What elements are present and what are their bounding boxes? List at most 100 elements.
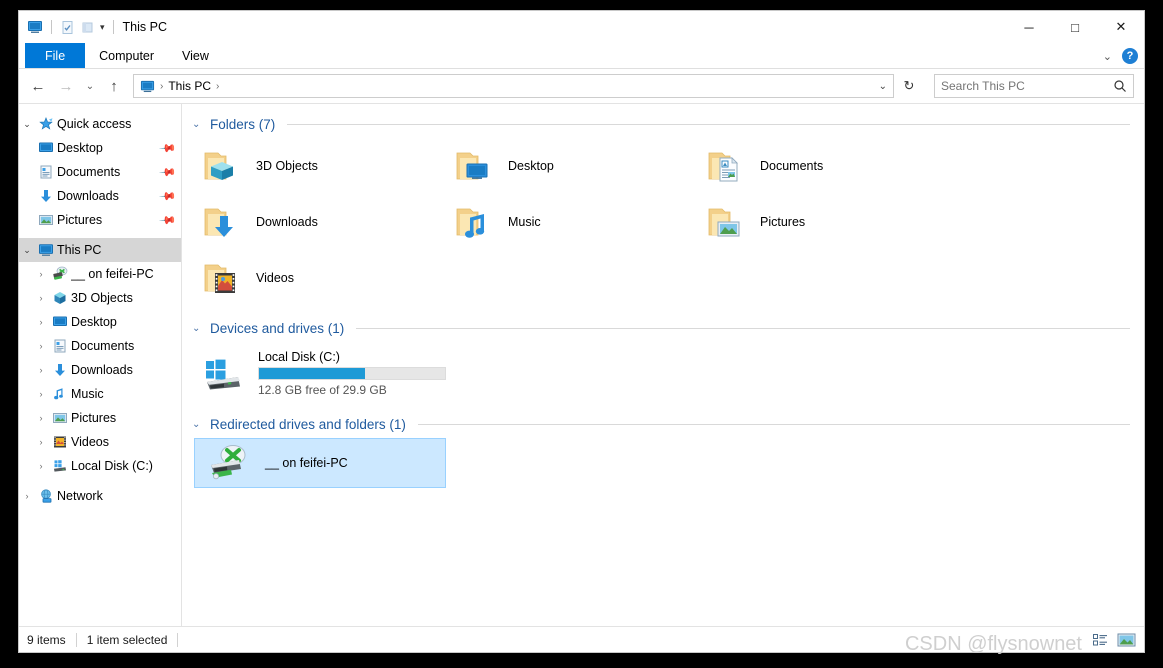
chevron-right-icon[interactable]: › (33, 389, 49, 399)
view-mode-buttons (1092, 627, 1136, 653)
sidebar-item-quick-access[interactable]: ⌄ Quick access (19, 112, 181, 136)
back-button[interactable]: ← (25, 73, 51, 99)
group-title: Redirected drives and folders (1) (210, 416, 406, 432)
folder-videos-icon (202, 260, 244, 296)
drive-usage-fill (259, 367, 366, 379)
download-icon (49, 362, 71, 378)
pin-icon[interactable]: 📌 (159, 211, 178, 229)
pin-icon[interactable]: 📌 (159, 163, 178, 181)
folder-item-3d-objects[interactable]: 3D Objects (190, 138, 442, 194)
network-icon (35, 488, 57, 504)
status-separator-2 (177, 632, 179, 647)
sidebar-item-documents[interactable]: › Documents (19, 334, 181, 358)
sidebar-label: Local Disk (C:) (71, 459, 153, 473)
sidebar-item-3d-objects[interactable]: › 3D Objects (19, 286, 181, 310)
sidebar-label: Quick access (57, 117, 132, 131)
chevron-right-icon[interactable]: › (33, 293, 49, 303)
navigation-pane[interactable]: ⌄ Quick access Desktop 📌 Documents 📌 Dow… (19, 104, 182, 626)
tab-view[interactable]: View (168, 43, 223, 68)
breadcrumb[interactable]: › This PC › ⌄ (133, 74, 894, 98)
chevron-down-icon[interactable]: ⌄ (19, 119, 35, 130)
chevron-down-icon[interactable]: ⌄ (192, 323, 204, 334)
sidebar-item-network[interactable]: › Network (19, 484, 181, 508)
customize-dropdown-icon[interactable]: ▾ (100, 22, 105, 33)
sidebar-item-local-disk-c[interactable]: › Local Disk (C:) (19, 454, 181, 478)
minimize-button[interactable]: ─ (1006, 11, 1052, 43)
pin-icon[interactable]: 📌 (159, 187, 178, 205)
sidebar-item-documents-qa[interactable]: Documents 📌 (19, 160, 181, 184)
sidebar-item-feifei-pc[interactable]: › __ on feifei-PC (19, 262, 181, 286)
chevron-right-icon[interactable]: › (33, 365, 49, 375)
pin-icon[interactable]: 📌 (159, 139, 178, 157)
search-input[interactable] (941, 79, 1113, 93)
status-item-count: 9 items (27, 632, 66, 647)
group-header-redirected-drives[interactable]: ⌄ Redirected drives and folders (1) (192, 414, 1130, 434)
drive-item-local-disk-c[interactable]: Local Disk (C:) 12.8 GB free of 29.9 GB (190, 342, 448, 404)
ribbon-tab-bar: File Computer View ⌄ ? (19, 43, 1144, 69)
folder-item-desktop[interactable]: Desktop (442, 138, 694, 194)
sidebar-item-this-pc[interactable]: ⌄ This PC (19, 238, 181, 262)
chevron-down-icon[interactable]: ⌄ (192, 419, 204, 430)
picture-icon (49, 410, 71, 426)
folder-item-documents[interactable]: Documents (694, 138, 946, 194)
group-title: Folders (7) (210, 116, 276, 132)
chevron-right-icon[interactable]: › (33, 461, 49, 471)
sidebar-item-music[interactable]: › Music (19, 382, 181, 406)
folder-item-downloads[interactable]: Downloads (190, 194, 442, 250)
folder-label: Music (508, 215, 541, 229)
forward-button[interactable]: → (53, 73, 79, 99)
chevron-right-icon[interactable]: › (33, 413, 49, 423)
large-icons-view-button[interactable] (1117, 632, 1136, 648)
chevron-down-icon[interactable]: ⌄ (1103, 50, 1112, 63)
chevron-right-icon[interactable]: › (19, 491, 35, 501)
search-box[interactable] (934, 74, 1134, 98)
recent-locations-button[interactable]: ⌄ (81, 73, 99, 99)
folder-3d-objects-icon (202, 148, 244, 184)
group-header-devices-and-drives[interactable]: ⌄ Devices and drives (1) (192, 318, 1130, 338)
sidebar-item-downloads-qa[interactable]: Downloads 📌 (19, 184, 181, 208)
tab-file[interactable]: File (25, 43, 86, 68)
chevron-right-icon[interactable]: › (33, 341, 49, 351)
chevron-down-icon[interactable]: ⌄ (192, 119, 204, 130)
breadcrumb-item-this-pc[interactable]: This PC (168, 79, 211, 93)
redirected-item-feifei-pc[interactable]: __ on feifei-PC (194, 438, 446, 488)
details-view-button[interactable] (1092, 632, 1109, 648)
tab-computer[interactable]: Computer (85, 43, 168, 68)
chevron-right-icon[interactable]: › (33, 269, 49, 279)
sidebar-item-videos[interactable]: › Videos (19, 430, 181, 454)
cube-icon (49, 290, 71, 306)
sidebar-item-desktop-qa[interactable]: Desktop 📌 (19, 136, 181, 160)
refresh-button[interactable]: ↻ (896, 73, 922, 99)
new-folder-icon[interactable] (80, 20, 95, 35)
group-divider (356, 327, 1130, 329)
up-button[interactable]: ↑ (101, 73, 127, 99)
music-icon (49, 386, 71, 402)
chevron-down-icon[interactable]: ⌄ (19, 245, 35, 256)
watermark: CSDN @flysnownet (904, 633, 1082, 655)
maximize-button[interactable]: □ (1052, 11, 1098, 43)
explorer-window: ▾ This PC ─ □ ✕ File Computer View ⌄ ? ←… (18, 10, 1145, 655)
group-header-folders[interactable]: ⌄ Folders (7) (192, 114, 1130, 134)
properties-icon[interactable] (60, 20, 75, 35)
help-icon[interactable]: ? (1122, 48, 1138, 64)
folder-item-pictures[interactable]: Pictures (694, 194, 946, 250)
breadcrumb-separator-1: › (160, 80, 164, 92)
refresh-icon: ↻ (903, 78, 915, 93)
close-button[interactable]: ✕ (1098, 11, 1144, 43)
chevron-right-icon[interactable]: › (33, 317, 49, 327)
sidebar-item-desktop[interactable]: › Desktop (19, 310, 181, 334)
sidebar-item-downloads[interactable]: › Downloads (19, 358, 181, 382)
folder-item-videos[interactable]: Videos (190, 250, 442, 306)
chevron-right-icon[interactable]: › (33, 437, 49, 447)
quick-access-toolbar: ▾ (27, 19, 117, 35)
file-list-view[interactable]: ⌄ Folders (7) 3D Objects Desktop Documen… (182, 104, 1144, 626)
video-icon (49, 434, 71, 450)
sidebar-item-pictures[interactable]: › Pictures (19, 406, 181, 430)
sidebar-item-pictures-qa[interactable]: Pictures 📌 (19, 208, 181, 232)
monitor-icon (49, 314, 71, 330)
search-icon[interactable] (1113, 79, 1127, 93)
folder-item-music[interactable]: Music (442, 194, 694, 250)
this-pc-icon[interactable] (27, 19, 43, 35)
address-dropdown-icon[interactable]: ⌄ (879, 81, 887, 92)
folder-desktop-icon (454, 148, 496, 184)
